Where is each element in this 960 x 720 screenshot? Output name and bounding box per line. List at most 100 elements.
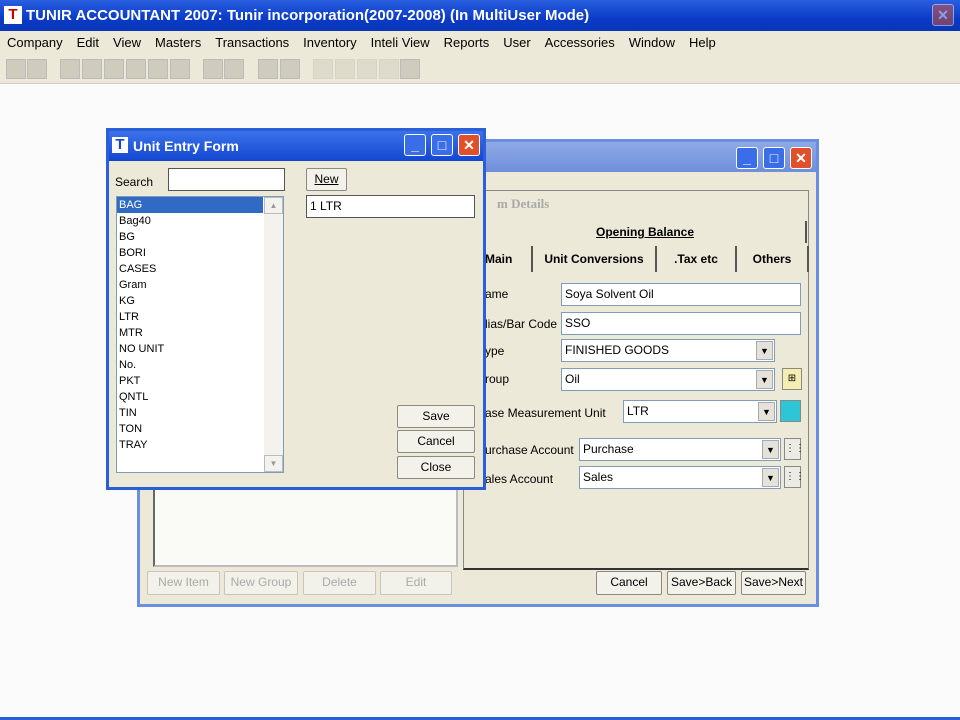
list-item[interactable]: LTR: [117, 309, 263, 325]
graph-icon[interactable]: [148, 59, 168, 79]
menu-window[interactable]: Window: [622, 35, 682, 50]
sales-value: Sales: [583, 470, 614, 484]
printer-icon[interactable]: [224, 59, 244, 79]
lock-icon[interactable]: [400, 59, 420, 79]
chevron-down-icon[interactable]: ▼: [756, 370, 773, 389]
chevron-down-icon[interactable]: ▼: [758, 402, 775, 421]
new-item-button[interactable]: New Item: [147, 571, 220, 595]
list-item[interactable]: No.: [117, 357, 263, 373]
unit-list[interactable]: BAG Bag40 BG BORI CASES Gram KG LTR MTR NO UNIT No…: [116, 196, 284, 473]
list-item[interactable]: QNTL: [117, 389, 263, 405]
group-select[interactable]: Oil ▼: [561, 368, 775, 391]
new-button[interactable]: New: [306, 168, 347, 191]
group-tree-icon[interactable]: ⊞: [782, 368, 802, 390]
type-label: ype: [485, 344, 505, 358]
name-field[interactable]: Soya Solvent Oil: [561, 283, 801, 306]
transfer-icon[interactable]: [203, 59, 223, 79]
edit-button[interactable]: Edit: [380, 571, 452, 595]
new-group-button[interactable]: New Group: [224, 571, 298, 595]
list-item[interactable]: PKT: [117, 373, 263, 389]
close-window-button[interactable]: ✕: [458, 134, 480, 156]
purchase-lookup-icon[interactable]: ⋮⋮: [784, 438, 805, 460]
menu-user[interactable]: User: [496, 35, 537, 50]
cancel-button[interactable]: Cancel: [397, 430, 475, 453]
alias-field[interactable]: SSO: [561, 312, 801, 335]
menu-inventory[interactable]: Inventory: [296, 35, 363, 50]
notes-icon[interactable]: [258, 59, 278, 79]
search-input[interactable]: [168, 168, 285, 191]
alias-label: lias/Bar Code: [485, 317, 558, 331]
menu-transactions[interactable]: Transactions: [208, 35, 296, 50]
app-close-button[interactable]: ✕: [932, 4, 954, 26]
list-item[interactable]: TRAY: [117, 437, 263, 453]
tab-unit-conversions[interactable]: Unit Conversions: [533, 246, 657, 272]
d4-icon[interactable]: [379, 59, 399, 79]
voucher-icon[interactable]: [82, 59, 102, 79]
minimize-button[interactable]: _: [736, 147, 758, 169]
close-button[interactable]: Close: [397, 456, 475, 479]
check-icon[interactable]: [126, 59, 146, 79]
menu-company[interactable]: Company: [0, 35, 70, 50]
close-button[interactable]: ✕: [790, 147, 812, 169]
unit-add-icon[interactable]: [780, 400, 801, 422]
menu-help[interactable]: Help: [682, 35, 723, 50]
chevron-down-icon[interactable]: ▼: [762, 468, 779, 487]
save-button[interactable]: Save: [397, 405, 475, 428]
delete-button[interactable]: Delete: [303, 571, 376, 595]
d2-icon[interactable]: [335, 59, 355, 79]
scrollbar[interactable]: ▲ ▼: [264, 197, 283, 472]
list-item[interactable]: CASES: [117, 261, 263, 277]
type-value: FINISHED GOODS: [565, 343, 670, 357]
unit-entry-title-bar: Unit Entry Form: [109, 131, 483, 161]
report-icon[interactable]: [170, 59, 190, 79]
dialog-logo: T: [112, 137, 128, 153]
menu-bar: Company Edit View Masters Transactions Invent…: [0, 31, 960, 53]
chevron-down-icon[interactable]: ▼: [756, 341, 773, 360]
menu-masters[interactable]: Masters: [148, 35, 208, 50]
menu-inteli-view[interactable]: Inteli View: [364, 35, 437, 50]
minimize-button[interactable]: _: [404, 134, 426, 156]
list-item[interactable]: KG: [117, 293, 263, 309]
purchase-select[interactable]: Purchase ▼: [579, 438, 781, 461]
tab-main[interactable]: Main: [485, 246, 533, 272]
menu-reports[interactable]: Reports: [437, 35, 497, 50]
save-next-button[interactable]: Save>Next: [741, 571, 806, 595]
tab-others[interactable]: Others: [737, 246, 809, 272]
maximize-button[interactable]: □: [763, 147, 785, 169]
list-item[interactable]: Gram: [117, 277, 263, 293]
calendar-icon[interactable]: [60, 59, 80, 79]
chevron-down-icon[interactable]: ▼: [762, 440, 779, 459]
list-item[interactable]: TIN: [117, 405, 263, 421]
sales-select[interactable]: Sales ▼: [579, 466, 781, 489]
ledger-icon[interactable]: [104, 59, 124, 79]
unit-select[interactable]: LTR ▼: [623, 400, 777, 423]
maximize-button[interactable]: □: [431, 134, 453, 156]
name-label: ame: [485, 287, 509, 301]
list-item[interactable]: BG: [117, 229, 263, 245]
list-item[interactable]: NO UNIT: [117, 341, 263, 357]
list-item[interactable]: TON: [117, 421, 263, 437]
unit-value: LTR: [627, 404, 649, 418]
list-item[interactable]: Bag40: [117, 213, 263, 229]
cancel-button[interactable]: Cancel: [596, 571, 662, 595]
tab-tax[interactable]: .Tax etc: [657, 246, 737, 272]
diary-icon[interactable]: [27, 59, 47, 79]
menu-accessories[interactable]: Accessories: [538, 35, 622, 50]
d1-icon[interactable]: [313, 59, 333, 79]
type-select[interactable]: FINISHED GOODS ▼: [561, 339, 775, 362]
save-back-button[interactable]: Save>Back: [667, 571, 736, 595]
menu-view[interactable]: View: [106, 35, 148, 50]
key-icon[interactable]: [280, 59, 300, 79]
unit-label: ase Measurement Unit: [485, 406, 606, 420]
list-item[interactable]: BORI: [117, 245, 263, 261]
calculator-icon[interactable]: [6, 59, 26, 79]
sales-lookup-icon[interactable]: ⋮⋮: [784, 466, 805, 488]
menu-edit[interactable]: Edit: [70, 35, 106, 50]
d3-icon[interactable]: [357, 59, 377, 79]
tab-opening-balance[interactable]: Opening Balance: [485, 221, 807, 243]
list-item[interactable]: MTR: [117, 325, 263, 341]
unit-name-input[interactable]: 1 LTR: [306, 195, 475, 218]
list-item[interactable]: BAG: [117, 197, 263, 213]
scroll-up-icon[interactable]: ▲: [264, 197, 283, 214]
scroll-down-icon[interactable]: ▼: [264, 455, 283, 472]
